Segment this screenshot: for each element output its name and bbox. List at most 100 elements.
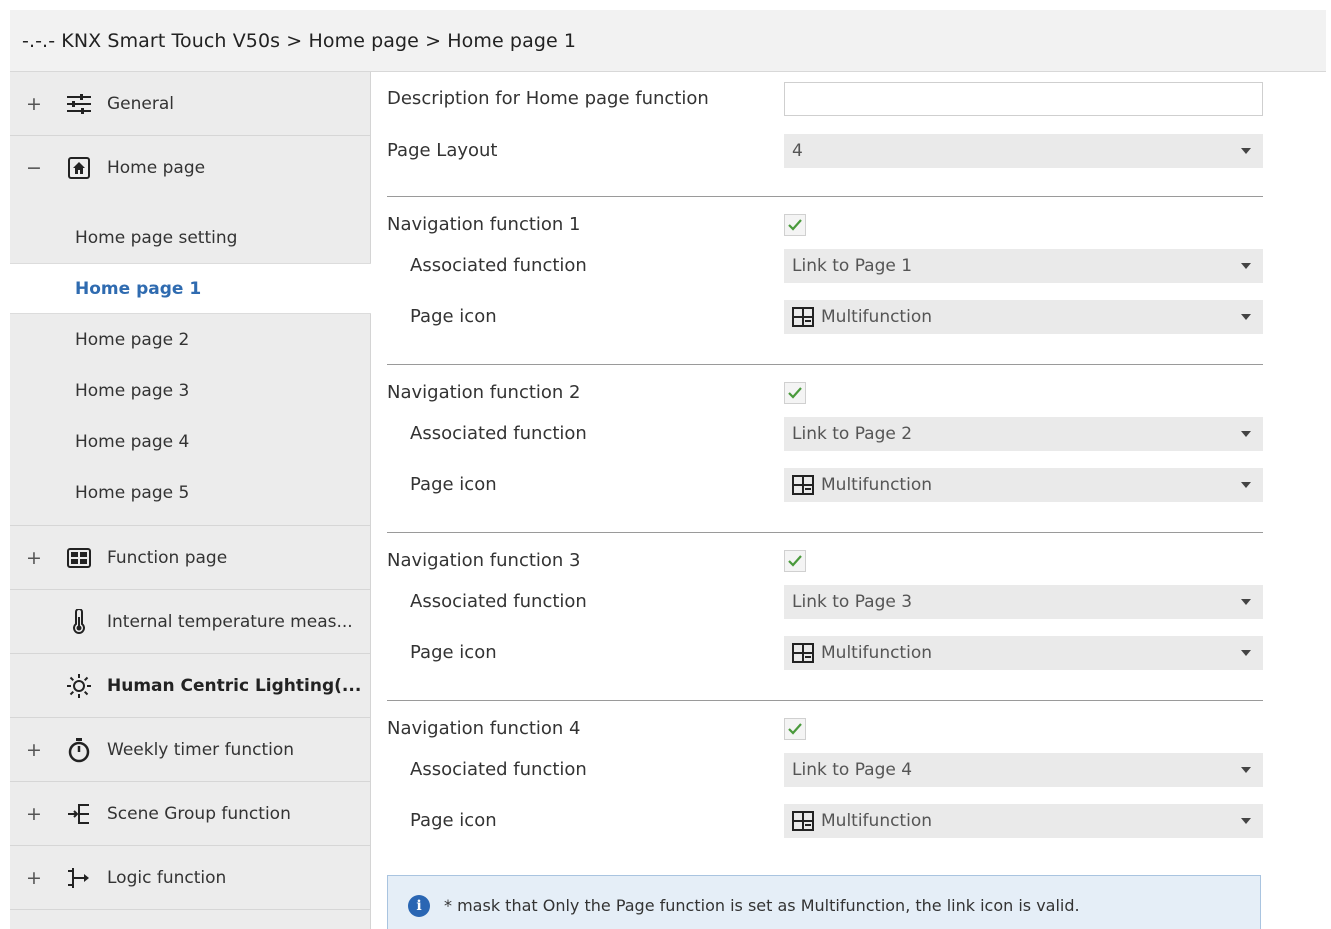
page-icon-select[interactable]: Multifunction: [784, 467, 1263, 502]
thermometer-icon: [66, 608, 92, 635]
associated-function-row: Associated function Link to Page 1: [387, 248, 1263, 283]
associated-function-select[interactable]: Link to Page 1: [784, 248, 1263, 283]
page-icon-row: Page icon Multifunction: [387, 467, 1263, 502]
logic-icon: [66, 865, 92, 891]
navigation-function-checkbox[interactable]: [784, 213, 806, 236]
sidebar-subitem-home-page-setting[interactable]: Home page setting: [10, 212, 370, 263]
page-icon-select[interactable]: Multifunction: [784, 299, 1263, 334]
navigation-function-row: Navigation function 1: [387, 213, 1263, 236]
info-text: * mask that Only the Page function is se…: [444, 896, 1080, 915]
navigation-function-label: Navigation function 3: [387, 550, 581, 571]
sidebar-item-label: Function page: [107, 547, 228, 568]
associated-function-label: Associated function: [410, 759, 587, 780]
sidebar-item-function-page[interactable]: + Function page: [10, 526, 370, 590]
collapse-toggle[interactable]: −: [26, 157, 42, 179]
dropdown-arrow-icon: [1241, 430, 1251, 437]
associated-function-select[interactable]: Link to Page 2: [784, 416, 1263, 451]
expand-toggle[interactable]: +: [26, 93, 42, 115]
associated-function-label: Associated function: [410, 423, 587, 444]
multifunction-icon: [792, 810, 814, 831]
info-banner: i * mask that Only the Page function is …: [387, 875, 1261, 929]
sidebar-subitem-home-page-3[interactable]: Home page 3: [10, 365, 370, 416]
navigation-function-checkbox[interactable]: [784, 717, 806, 740]
sidebar-subitem-home-page-1[interactable]: Home page 1: [10, 263, 371, 314]
associated-function-select[interactable]: Link to Page 4: [784, 752, 1263, 787]
sidebar-item-logic-function[interactable]: + Logic function: [10, 846, 370, 910]
multifunction-icon: [792, 474, 814, 495]
section-divider: [387, 700, 1263, 701]
expand-toggle[interactable]: +: [26, 739, 42, 761]
sidebar-item-label: Scene Group function: [107, 803, 291, 824]
select-value: Link to Page 2: [792, 423, 913, 444]
select-value: Link to Page 4: [792, 759, 913, 780]
navigation-function-label: Navigation function 4: [387, 718, 581, 739]
info-icon: i: [408, 894, 430, 917]
sidebar-subitem-home-page-4[interactable]: Home page 4: [10, 416, 370, 467]
description-input[interactable]: [784, 81, 1263, 116]
app-window: -.-.- KNX Smart Touch V50s > Home page >…: [10, 10, 1326, 929]
page-icon-label: Page icon: [410, 474, 497, 495]
sidebar-item-label: Logic function: [107, 867, 227, 888]
dropdown-arrow-icon: [1241, 817, 1251, 824]
expand-toggle[interactable]: +: [26, 547, 42, 569]
dropdown-arrow-icon: [1241, 766, 1251, 773]
sun-icon: [66, 673, 92, 699]
navigation-function-checkbox[interactable]: [784, 381, 806, 404]
page-layout-select[interactable]: 4: [784, 133, 1263, 168]
navigation-function-label: Navigation function 1: [387, 214, 581, 235]
multifunction-icon: [792, 306, 814, 327]
sidebar-item-home-page[interactable]: − Home page: [10, 136, 370, 200]
multifunction-icon: [792, 642, 814, 663]
associated-function-select[interactable]: Link to Page 3: [784, 584, 1263, 619]
window-title: -.-.- KNX Smart Touch V50s > Home page >…: [22, 29, 577, 52]
sidebar-item-general[interactable]: + General: [10, 72, 370, 136]
navigation-function-label: Navigation function 2: [387, 382, 581, 403]
sidebar-item-human-centric-lighting[interactable]: Human Centric Lighting(...: [10, 654, 370, 718]
page-layout-label: Page Layout: [387, 140, 498, 161]
checkmark-icon: [788, 386, 802, 399]
dropdown-arrow-icon: [1241, 481, 1251, 488]
navigation-function-checkbox[interactable]: [784, 549, 806, 572]
title-bar: -.-.- KNX Smart Touch V50s > Home page >…: [10, 10, 1326, 72]
page-icon-label: Page icon: [410, 810, 497, 831]
checkmark-icon: [788, 218, 802, 231]
description-label: Description for Home page function: [387, 88, 709, 109]
sidebar-item-label: Internal temperature meas...: [107, 611, 353, 632]
select-value: Link to Page 1: [792, 255, 913, 276]
sidebar-item-weekly-timer[interactable]: + Weekly timer function: [10, 718, 370, 782]
sliders-icon: [66, 91, 92, 117]
section-divider: [387, 532, 1263, 533]
description-row: Description for Home page function: [387, 81, 1263, 116]
page-icon-row: Page icon Multifunction: [387, 299, 1263, 334]
sidebar-item-internal-temperature[interactable]: Internal temperature meas...: [10, 590, 370, 654]
home-page-subitems: Home page setting Home page 1 Home page …: [10, 200, 371, 526]
select-value: 4: [792, 140, 803, 161]
associated-function-row: Associated function Link to Page 4: [387, 752, 1263, 787]
grid-icon: [66, 545, 92, 571]
sidebar-item-scene-group[interactable]: + Scene Group function: [10, 782, 370, 846]
navigation-function-row: Navigation function 3: [387, 549, 1263, 572]
sidebar-subitem-home-page-2[interactable]: Home page 2: [10, 314, 370, 365]
page-icon-select[interactable]: Multifunction: [784, 803, 1263, 838]
checkmark-icon: [788, 722, 802, 735]
expand-toggle[interactable]: +: [26, 803, 42, 825]
page-icon-row: Page icon Multifunction: [387, 635, 1263, 670]
sidebar-subitem-home-page-5[interactable]: Home page 5: [10, 467, 370, 518]
section-divider: [387, 364, 1263, 365]
expand-toggle[interactable]: +: [26, 867, 42, 889]
timer-icon: [66, 737, 92, 763]
page-icon-label: Page icon: [410, 306, 497, 327]
dropdown-arrow-icon: [1241, 147, 1251, 154]
page-icon-select[interactable]: Multifunction: [784, 635, 1263, 670]
associated-function-row: Associated function Link to Page 3: [387, 584, 1263, 619]
home-icon: [66, 155, 92, 181]
dropdown-arrow-icon: [1241, 598, 1251, 605]
section-divider: [387, 196, 1263, 197]
select-value: Link to Page 3: [792, 591, 913, 612]
select-value: Multifunction: [821, 474, 932, 495]
select-value: Multifunction: [821, 642, 932, 663]
sidebar-item-label: General: [107, 93, 174, 114]
parameter-panel: Description for Home page function Page …: [371, 72, 1326, 929]
page-icon-label: Page icon: [410, 642, 497, 663]
page-icon-row: Page icon Multifunction: [387, 803, 1263, 838]
